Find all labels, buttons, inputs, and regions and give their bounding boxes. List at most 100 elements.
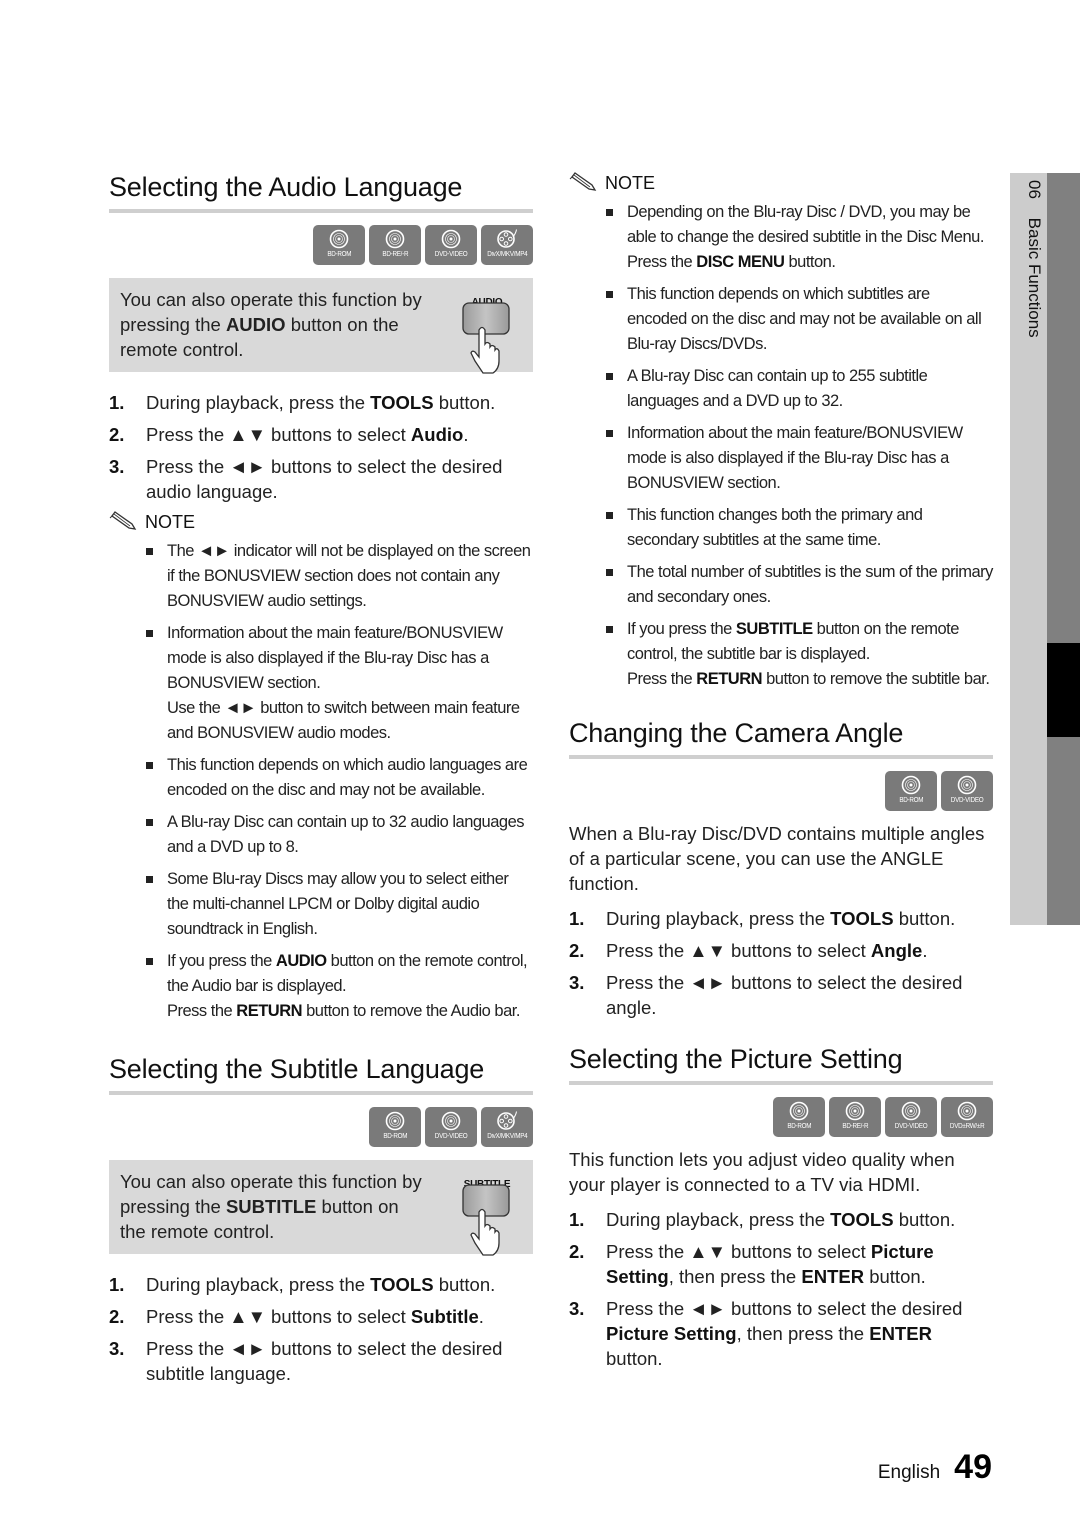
disc-type-label: BD-ROM (327, 251, 351, 258)
disc-icon (329, 229, 349, 249)
step-text: Press the ◄► buttons to select the desir… (606, 972, 963, 1018)
page-number: 49 (954, 1448, 992, 1486)
bullet-icon (606, 569, 613, 576)
section-title: Selecting the Picture Setting (569, 1044, 903, 1074)
note-item: Some Blu-ray Discs may allow you to sele… (109, 867, 533, 942)
bullet-icon (606, 291, 613, 298)
section-title: Changing the Camera Angle (569, 718, 904, 748)
step-list: 1. During playback, press the TOOLS butto… (109, 390, 533, 504)
step-item: 1. During playback, press the TOOLS butto… (109, 390, 533, 415)
film-reel-icon (497, 1111, 517, 1130)
step-text: Press the ◄► buttons to select the desir… (606, 1298, 963, 1369)
disc-type-label: DivX/MKV/MP4 (486, 1133, 528, 1140)
title-rule (109, 1091, 533, 1095)
step-number: 3. (569, 1298, 585, 1319)
disc-icon (901, 775, 921, 795)
page-footer: English 49 (878, 1448, 992, 1487)
step-item: 3. Press the ◄► buttons to select the des… (109, 454, 533, 504)
section-subtitle-language: Selecting the Subtitle Language BD-ROM DV… (109, 1050, 533, 1386)
step-item: 1. During playback, press the TOOLS butto… (569, 906, 993, 931)
step-item: 2. Press the ▲▼ buttons to select Subtitl… (109, 1304, 533, 1329)
disc-type-badge: DivX/MKV/MP4 (481, 225, 533, 265)
disc-badges: BD-ROM BD-RE/-R DVD-VIDEO DivX/MKV/MP4 (109, 225, 533, 265)
tip-button-name: SUBTITLE (225, 1196, 317, 1217)
disc-icon (385, 1111, 405, 1131)
note-item: A Blu-ray Disc can contain up to 255 sub… (569, 364, 993, 414)
bullet-icon (146, 819, 153, 826)
step-item: 2. Press the ▲▼ buttons to select Audio. (109, 422, 533, 447)
disc-type-label: DVD-VIDEO (434, 1133, 468, 1140)
footer-language: English (877, 1462, 941, 1483)
disc-type-badge: DVD-VIDEO (425, 1107, 477, 1147)
disc-type-badge: BD-ROM (369, 1107, 421, 1147)
note-label: NOTE (605, 172, 656, 193)
bullet-icon (606, 512, 613, 519)
chapter-tab-edge (1047, 173, 1080, 925)
step-text: Press the ▲▼ buttons to select Audio. (146, 424, 469, 445)
step-list: 1. During playback, press the TOOLS butto… (569, 906, 993, 1020)
step-number: 2. (569, 1241, 585, 1262)
step-number: 3. (109, 1338, 125, 1359)
step-number: 3. (569, 972, 585, 993)
step-item: 2. Press the ▲▼ buttons to select Picture… (569, 1239, 993, 1289)
disc-icon (845, 1101, 865, 1121)
chapter-tab-marker (1047, 643, 1080, 737)
film-reel-icon (497, 229, 517, 248)
disc-type-label: BD-ROM (899, 797, 923, 804)
step-text: During playback, press the TOOLS button. (146, 1274, 496, 1295)
step-item: 1. During playback, press the TOOLS butto… (569, 1207, 993, 1232)
note-heading: NOTE (569, 172, 993, 194)
disc-type-badge: BD-ROM (313, 225, 365, 265)
title-rule (109, 209, 533, 213)
note-item: This function changes both the primary a… (569, 503, 993, 553)
step-item: 2. Press the ▲▼ buttons to select Angle. (569, 938, 993, 963)
note-label: NOTE (145, 511, 196, 532)
step-number: 2. (109, 1306, 125, 1327)
note-heading: NOTE (109, 511, 533, 533)
disc-type-label: DVD±RW/±R (949, 1123, 985, 1130)
section-camera-angle: Changing the Camera Angle BD-ROM DVD-VIDE… (569, 714, 993, 1020)
disc-type-label: BD-ROM (383, 1133, 407, 1140)
tip-button-name: AUDIO (225, 314, 286, 335)
note-item: A Blu-ray Disc can contain up to 32 audi… (109, 810, 533, 860)
step-text: During playback, press the TOOLS button. (146, 392, 496, 413)
title-rule (569, 755, 993, 759)
section-picture-setting: Selecting the Picture Setting BD-ROM BD-R… (569, 1040, 993, 1371)
disc-type-label: DVD-VIDEO (950, 797, 984, 804)
right-column: NOTE Depending on the Blu-ray Disc / DVD… (569, 168, 993, 1378)
disc-icon (441, 1111, 461, 1131)
section-audio-language: Selecting the Audio Language BD-ROM BD-RE… (109, 168, 533, 1024)
note-item: The total number of subtitles is the sum… (569, 560, 993, 610)
note-item: This function depends on which subtitles… (569, 282, 993, 357)
chapter-title: Basic Functions (1025, 217, 1044, 338)
disc-type-label: BD-ROM (787, 1123, 811, 1130)
section-title: Selecting the Subtitle Language (109, 1054, 485, 1084)
step-text: Press the ◄► buttons to select the desir… (146, 456, 503, 502)
disc-type-badge: DVD-VIDEO (425, 225, 477, 265)
remote-button-hand-icon: SUBTITLE (459, 1170, 521, 1258)
step-number: 1. (109, 392, 125, 413)
section-title: Selecting the Audio Language (109, 172, 463, 202)
note-item: This function depends on which audio lan… (109, 753, 533, 803)
note-item: If you press the AUDIO button on the rem… (109, 949, 533, 1024)
note-item: Information about the main feature/BONUS… (569, 421, 993, 496)
disc-icon (957, 1101, 977, 1121)
step-number: 1. (569, 1209, 585, 1230)
chapter-tab-label: 06 Basic Functions (1014, 180, 1044, 380)
step-number: 3. (109, 456, 125, 477)
bullet-icon (606, 430, 613, 437)
disc-type-label: DivX/MKV/MP4 (486, 251, 528, 258)
note-item: Depending on the Blu-ray Disc / DVD, you… (569, 200, 993, 275)
step-item: 3. Press the ◄► buttons to select the des… (109, 1336, 533, 1386)
step-text: Press the ◄► buttons to select the desir… (146, 1338, 503, 1384)
disc-type-badge: DVD±RW/±R (941, 1097, 993, 1137)
bullet-icon (146, 548, 153, 555)
disc-badges: BD-ROM DVD-VIDEO DivX/MKV/MP4 (109, 1107, 533, 1147)
bullet-icon (606, 373, 613, 380)
disc-icon (789, 1101, 809, 1121)
disc-type-label: BD-RE/-R (382, 251, 408, 258)
pencil-note-icon (569, 172, 597, 191)
bullet-icon (146, 876, 153, 883)
step-text: Press the ▲▼ buttons to select Subtitle. (146, 1306, 484, 1327)
note-list: The ◄► indicator will not be displayed o… (109, 539, 533, 1024)
